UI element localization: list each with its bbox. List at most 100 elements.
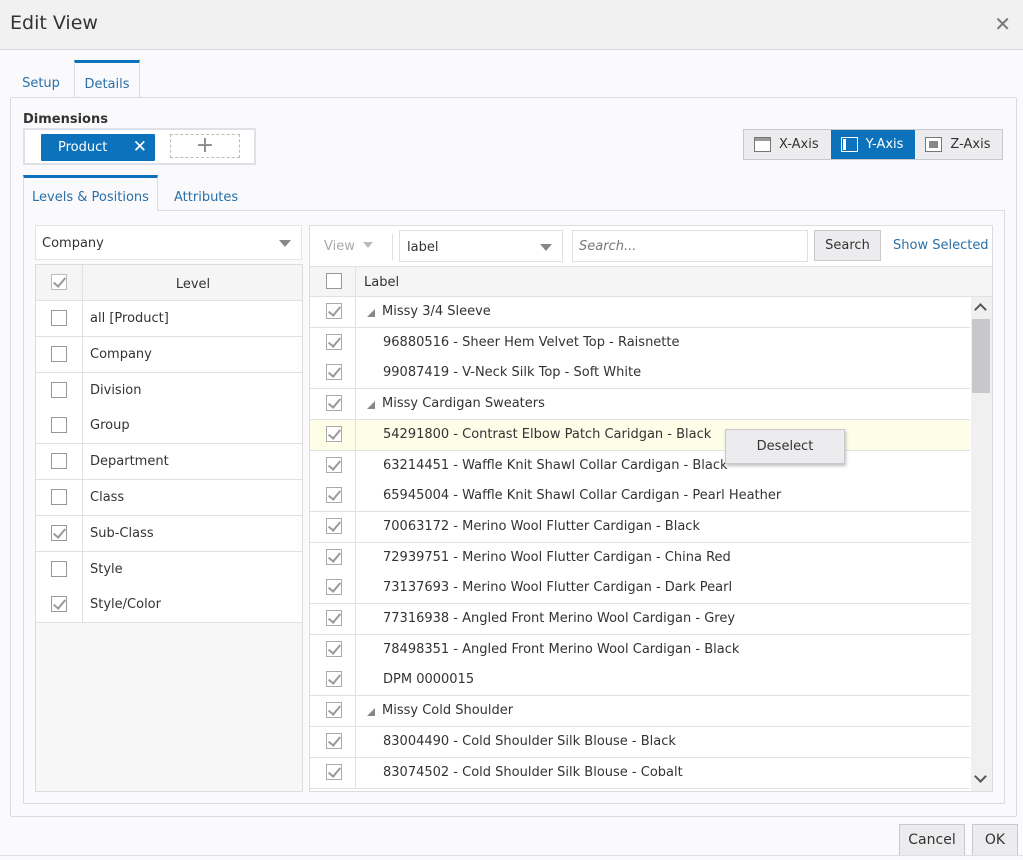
hierarchy-select[interactable]: Company bbox=[35, 225, 302, 260]
position-checkbox[interactable] bbox=[326, 303, 342, 319]
level-row[interactable]: Group bbox=[36, 408, 302, 445]
level-row[interactable]: Company bbox=[36, 336, 302, 373]
search-input[interactable] bbox=[572, 230, 808, 262]
position-checkbox[interactable] bbox=[326, 671, 342, 688]
tab-setup[interactable]: Setup bbox=[10, 60, 72, 98]
collapse-triangle-icon[interactable] bbox=[367, 401, 375, 410]
y-axis-button[interactable]: Y-Axis bbox=[830, 130, 916, 159]
dimension-chip-label: Product bbox=[58, 140, 108, 155]
position-checkbox[interactable] bbox=[326, 364, 342, 381]
ok-button[interactable]: OK bbox=[972, 824, 1018, 856]
level-checkbox[interactable] bbox=[51, 453, 67, 470]
position-label: 63214451 - Waffle Knit Shawl Collar Card… bbox=[383, 457, 728, 473]
collapse-triangle-icon[interactable] bbox=[367, 708, 375, 717]
x-axis-icon bbox=[754, 137, 771, 152]
position-row[interactable]: 96880516 - Sheer Hem Velvet Top - Raisne… bbox=[310, 327, 970, 359]
position-checkbox[interactable] bbox=[326, 456, 342, 473]
chevron-down-icon bbox=[362, 242, 373, 248]
position-checkbox[interactable] bbox=[326, 610, 342, 626]
scroll-down-icon[interactable] bbox=[974, 770, 987, 783]
position-row[interactable]: 83004490 - Cold Shoulder Silk Blouse - B… bbox=[310, 726, 970, 758]
search-button[interactable]: Search bbox=[814, 230, 881, 261]
show-selected-link[interactable]: Show Selected bbox=[893, 238, 989, 253]
position-row[interactable]: 63214451 - Waffle Knit Shawl Collar Card… bbox=[310, 450, 970, 482]
level-checkbox[interactable] bbox=[51, 417, 67, 434]
position-checkbox[interactable] bbox=[326, 640, 342, 657]
group-row[interactable]: Missy Cardigan Sweaters bbox=[310, 389, 970, 421]
position-label: DPM 0000015 bbox=[383, 672, 475, 688]
select-all-checkbox[interactable] bbox=[51, 274, 67, 290]
collapse-triangle-icon[interactable] bbox=[367, 309, 375, 317]
levels-table: Level all [Product] Company Division Group D… bbox=[35, 264, 303, 792]
group-row[interactable]: Missy 3/4 Sleeve bbox=[310, 297, 970, 328]
position-checkbox[interactable] bbox=[326, 517, 342, 534]
level-checkbox[interactable] bbox=[51, 310, 67, 326]
positions-grid-body: Missy 3/4 Sleeve 96880516 - Sheer Hem Vel… bbox=[310, 297, 970, 791]
cancel-button[interactable]: Cancel bbox=[899, 824, 965, 856]
level-checkbox[interactable] bbox=[51, 345, 67, 362]
y-axis-icon bbox=[840, 137, 858, 152]
position-row[interactable]: 83074502 - Cold Shoulder Silk Blouse - C… bbox=[310, 757, 970, 789]
position-row[interactable]: 77316938 - Angled Front Merino Wool Card… bbox=[310, 604, 970, 635]
level-label: Company bbox=[90, 346, 152, 362]
position-checkbox[interactable] bbox=[326, 702, 342, 719]
select-all-positions-checkbox[interactable] bbox=[326, 273, 342, 289]
level-row[interactable]: Department bbox=[36, 444, 302, 481]
dialog-title: Edit View bbox=[10, 12, 98, 34]
dimension-chip-product[interactable]: Product ✕ bbox=[41, 134, 155, 161]
position-label: Missy Cold Shoulder bbox=[382, 703, 514, 719]
level-checkbox[interactable] bbox=[51, 489, 67, 505]
position-row[interactable]: DPM 0000015 bbox=[310, 665, 970, 697]
footer-divider bbox=[0, 855, 1023, 856]
z-axis-button[interactable]: Z-Axis bbox=[915, 130, 1003, 159]
position-row[interactable]: 54291800 - Contrast Elbow Patch Caridgan… bbox=[310, 419, 970, 451]
scroll-up-icon[interactable] bbox=[974, 303, 987, 316]
context-menu-deselect[interactable]: Deselect bbox=[725, 429, 845, 464]
tab-attributes[interactable]: Attributes bbox=[174, 175, 238, 211]
level-row[interactable]: all [Product] bbox=[36, 301, 302, 337]
level-checkbox[interactable] bbox=[51, 560, 67, 577]
position-row[interactable]: 73137693 - Merino Wool Flutter Cardigan … bbox=[310, 573, 970, 605]
level-row[interactable]: Style bbox=[36, 551, 302, 588]
close-icon[interactable]: ✕ bbox=[994, 14, 1011, 34]
dimensions-label: Dimensions bbox=[23, 112, 108, 127]
tab-details[interactable]: Details bbox=[74, 60, 140, 98]
view-menu[interactable]: View bbox=[324, 239, 373, 254]
level-checkbox[interactable] bbox=[51, 524, 67, 541]
level-row[interactable]: Division bbox=[36, 372, 302, 409]
scrollbar-thumb[interactable] bbox=[972, 319, 990, 393]
chevron-down-icon bbox=[279, 240, 291, 247]
position-checkbox[interactable] bbox=[326, 395, 342, 412]
level-label: Division bbox=[90, 382, 142, 398]
position-row[interactable]: 99087419 - V-Neck Silk Top - Soft White bbox=[310, 358, 970, 390]
level-checkbox[interactable] bbox=[51, 381, 67, 398]
position-checkbox[interactable] bbox=[326, 333, 342, 350]
vertical-scrollbar[interactable] bbox=[971, 297, 992, 791]
positions-grid-header: Label bbox=[310, 266, 992, 297]
add-dimension-button[interactable]: + bbox=[170, 134, 240, 158]
group-row[interactable]: Missy Cold Shoulder bbox=[310, 696, 970, 728]
position-checkbox[interactable] bbox=[326, 732, 342, 749]
close-icon[interactable]: ✕ bbox=[133, 137, 147, 157]
x-axis-button[interactable]: X-Axis bbox=[744, 130, 831, 159]
level-checkbox[interactable] bbox=[51, 596, 67, 613]
level-label: Class bbox=[90, 490, 125, 505]
position-checkbox[interactable] bbox=[326, 548, 342, 565]
position-label: 73137693 - Merino Wool Flutter Cardigan … bbox=[383, 580, 733, 596]
attribute-select[interactable]: label bbox=[399, 230, 563, 262]
position-row[interactable]: 70063172 - Merino Wool Flutter Cardigan … bbox=[310, 511, 970, 543]
position-row[interactable]: 65945004 - Waffle Knit Shawl Collar Card… bbox=[310, 481, 970, 513]
level-row[interactable]: Style/Color bbox=[36, 587, 302, 624]
position-row[interactable]: 78498351 - Angled Front Merino Wool Card… bbox=[310, 634, 970, 666]
position-checkbox[interactable] bbox=[326, 425, 342, 442]
tab-levels-positions[interactable]: Levels & Positions bbox=[23, 175, 158, 211]
level-row[interactable]: Sub-Class bbox=[36, 515, 302, 552]
hierarchy-select-value: Company bbox=[42, 236, 104, 251]
levels-table-header: Level bbox=[36, 265, 302, 301]
position-row[interactable]: 72939751 - Merino Wool Flutter Cardigan … bbox=[310, 542, 970, 574]
position-checkbox[interactable] bbox=[326, 763, 342, 780]
level-row[interactable]: Class bbox=[36, 480, 302, 516]
position-checkbox[interactable] bbox=[326, 579, 342, 596]
position-label: 77316938 - Angled Front Merino Wool Card… bbox=[383, 611, 736, 626]
position-checkbox[interactable] bbox=[326, 487, 342, 504]
